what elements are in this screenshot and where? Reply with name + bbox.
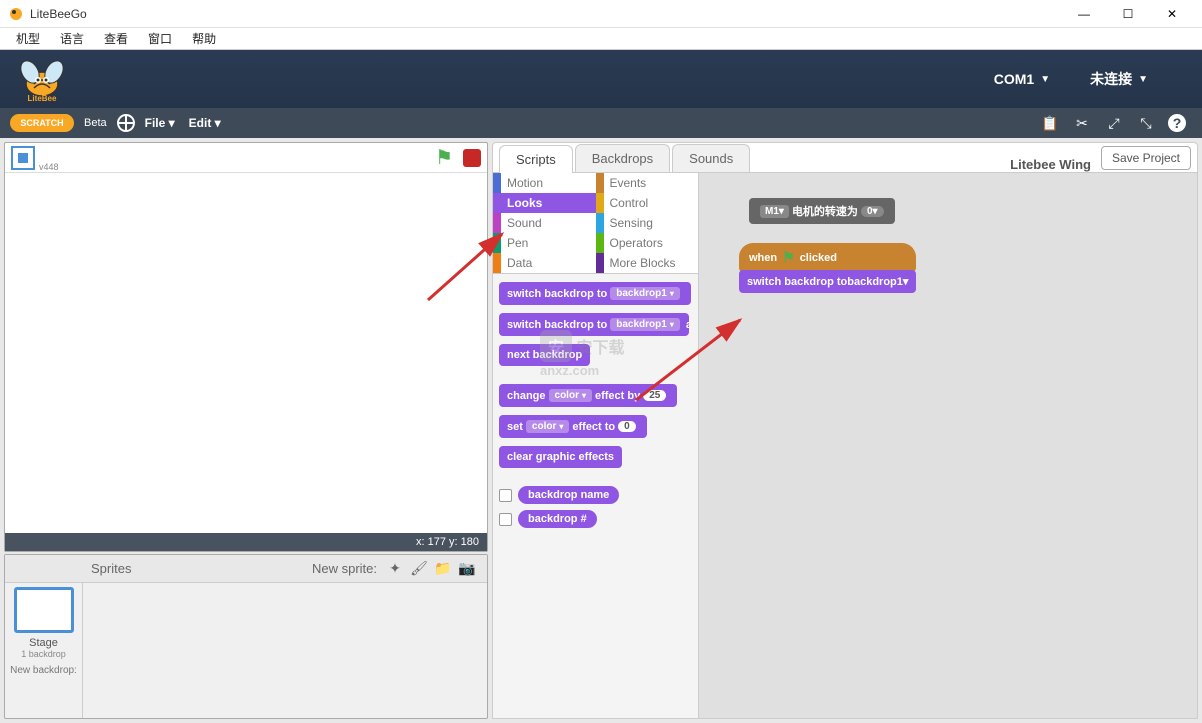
stop-icon[interactable] (463, 149, 481, 167)
cat-events[interactable]: Events (596, 173, 699, 193)
scratch-logo-icon: SCRATCH (10, 114, 74, 132)
block-clear-effects[interactable]: clear graphic effects (499, 446, 622, 468)
cat-sound[interactable]: Sound (493, 213, 596, 233)
project-name: Litebee Wing (1010, 157, 1091, 172)
window-title: LiteBeeGo (30, 7, 1062, 21)
tab-sounds[interactable]: Sounds (672, 144, 750, 172)
scissors-icon[interactable]: ✂ (1072, 113, 1092, 133)
svg-text:LiteBee: LiteBee (28, 94, 57, 103)
block-switch-backdrop[interactable]: switch backdrop tobackdrop1▾ (499, 282, 691, 305)
menu-bar: 机型 语言 查看 窗口 帮助 (0, 28, 1202, 50)
stage-canvas[interactable] (5, 173, 487, 533)
cat-sensing[interactable]: Sensing (596, 213, 699, 233)
stage-thumbnail[interactable]: Stage 1 backdrop New backdrop: (5, 583, 83, 718)
file-menu[interactable]: File ▾ (145, 116, 175, 130)
block-change-effect[interactable]: changecolor▾effect by25 (499, 384, 677, 407)
stage-id-label: v448 (39, 162, 59, 172)
stamp-icon[interactable]: 📋 (1040, 113, 1060, 133)
grow-icon[interactable]: ⤢ (1104, 113, 1124, 133)
new-sprite-upload-icon[interactable]: 📁 (434, 560, 452, 578)
stage-thumb-sub: 1 backdrop (21, 649, 66, 659)
new-backdrop-label: New backdrop: (10, 665, 77, 676)
cat-looks[interactable]: Looks (493, 193, 596, 213)
script-ext-motor[interactable]: M1▾电机的转速为0▾ (749, 198, 895, 224)
maximize-button[interactable]: ☐ (1106, 0, 1150, 28)
scratch-toolbar: SCRATCH Beta File ▾ Edit ▾ 📋 ✂ ⤢ ⤡ ? (0, 108, 1202, 138)
block-next-backdrop[interactable]: next backdrop (499, 344, 590, 366)
chevron-down-icon[interactable]: ▼ (1138, 74, 1148, 85)
new-sprite-label: New sprite: (312, 561, 377, 576)
block-switch-backdrop-wait[interactable]: switch backdrop tobackdrop1▾ an (499, 313, 689, 336)
globe-icon[interactable] (117, 114, 135, 132)
cat-control[interactable]: Control (596, 193, 699, 213)
port-selector[interactable]: COM1 (994, 71, 1034, 87)
green-flag-icon[interactable]: ⚑ (435, 145, 453, 170)
reporter-backdrop-name[interactable]: backdrop name (499, 486, 692, 504)
window-titlebar: LiteBeeGo — ☐ ✕ (0, 0, 1202, 28)
block-set-effect[interactable]: setcolor▾effect to0 (499, 415, 647, 438)
script-when-flag[interactable]: when⚑clicked switch backdrop tobackdrop1… (739, 243, 916, 293)
cat-operators[interactable]: Operators (596, 233, 699, 253)
new-sprite-camera-icon[interactable]: 📷 (458, 560, 476, 578)
connection-status[interactable]: 未连接 (1090, 69, 1132, 89)
menu-view[interactable]: 查看 (94, 28, 138, 49)
menu-language[interactable]: 语言 (50, 28, 94, 49)
reporter-backdrop-num[interactable]: backdrop # (499, 510, 692, 528)
checkbox-icon[interactable] (499, 489, 512, 502)
sprites-label: Sprites (91, 561, 131, 576)
new-sprite-library-icon[interactable]: ✦ (386, 560, 404, 578)
menu-window[interactable]: 窗口 (138, 28, 182, 49)
save-project-button[interactable]: Save Project (1101, 146, 1191, 170)
stage-thumb-label: Stage (29, 637, 58, 649)
close-button[interactable]: ✕ (1150, 0, 1194, 28)
cat-motion[interactable]: Motion (493, 173, 596, 193)
fullscreen-icon[interactable] (11, 146, 35, 170)
litebee-logo-icon: LiteBee (14, 54, 74, 104)
sprites-panel: Sprites New sprite: ✦ 🖌 📁 📷 Stage 1 back… (4, 554, 488, 719)
chevron-down-icon[interactable]: ▼ (1040, 74, 1050, 85)
cat-more[interactable]: More Blocks (596, 253, 699, 273)
shrink-icon[interactable]: ⤡ (1136, 113, 1156, 133)
app-icon (8, 6, 24, 22)
category-grid: Motion Events Looks Control Sound Sensin… (493, 173, 698, 274)
menu-model[interactable]: 机型 (6, 28, 50, 49)
stage-coordinates: x: 177 y: 180 (5, 533, 487, 551)
checkbox-icon[interactable] (499, 513, 512, 526)
tab-backdrops[interactable]: Backdrops (575, 144, 670, 172)
scripts-canvas[interactable]: M1▾电机的转速为0▾ when⚑clicked switch backdrop… (699, 173, 1197, 718)
minimize-button[interactable]: — (1062, 0, 1106, 28)
tab-scripts[interactable]: Scripts (499, 145, 573, 173)
menu-help[interactable]: 帮助 (182, 28, 226, 49)
main-area: v448 ⚑ x: 177 y: 180 Sprites New sprite:… (0, 138, 1202, 723)
tabs-bar: Scripts Backdrops Sounds Litebee Wing Sa… (493, 143, 1197, 173)
stage-thumb-image (14, 587, 74, 633)
block-palette: Motion Events Looks Control Sound Sensin… (493, 173, 699, 718)
top-banner: LiteBee COM1 ▼ 未连接 ▼ (0, 50, 1202, 108)
new-sprite-paint-icon[interactable]: 🖌 (410, 560, 428, 578)
beta-label: Beta (84, 117, 107, 129)
cat-data[interactable]: Data (493, 253, 596, 273)
stage-panel: v448 ⚑ x: 177 y: 180 (4, 142, 488, 552)
cat-pen[interactable]: Pen (493, 233, 596, 253)
sprite-list[interactable] (83, 583, 487, 718)
edit-menu[interactable]: Edit ▾ (189, 116, 221, 130)
help-icon[interactable]: ? (1168, 114, 1186, 132)
